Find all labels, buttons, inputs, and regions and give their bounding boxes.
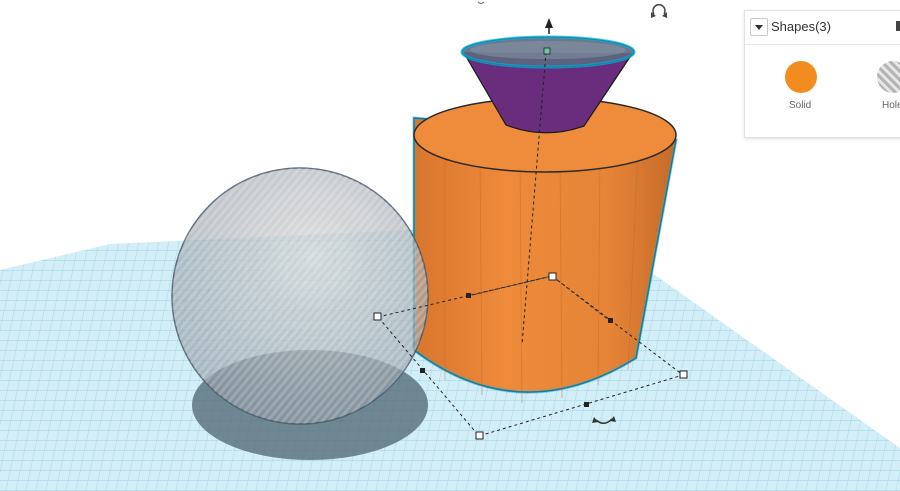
resize-handle-back[interactable] xyxy=(548,272,557,281)
resize-handle-left[interactable] xyxy=(373,312,382,321)
resize-handle-front[interactable] xyxy=(475,431,484,440)
solid-label: Solid xyxy=(789,100,812,111)
height-handle[interactable] xyxy=(543,47,551,55)
chevron-down-icon xyxy=(755,25,763,30)
lock-icon[interactable] xyxy=(896,21,900,31)
resize-handle-right[interactable] xyxy=(679,370,688,379)
edge-handle[interactable] xyxy=(420,368,425,373)
edge-handle[interactable] xyxy=(608,318,613,323)
panel-header: Shapes(3) xyxy=(745,11,900,45)
rotate-icon[interactable] xyxy=(651,4,667,18)
hole-button[interactable] xyxy=(877,61,900,93)
panel-title: Shapes(3) xyxy=(771,19,831,34)
solid-button[interactable] xyxy=(785,61,817,93)
transparent-sphere[interactable] xyxy=(171,167,429,425)
small-rotate-icon[interactable] xyxy=(477,1,485,4)
edge-handle[interactable] xyxy=(584,402,589,407)
panel-collapse-button[interactable] xyxy=(750,18,768,36)
hole-label: Hole xyxy=(882,100,900,111)
shapes-inspector-panel: Shapes(3) Solid Hole xyxy=(744,10,900,138)
edge-handle[interactable] xyxy=(466,293,471,298)
orange-cylinder[interactable] xyxy=(412,97,678,404)
move-up-arrow-icon[interactable] xyxy=(545,18,553,34)
